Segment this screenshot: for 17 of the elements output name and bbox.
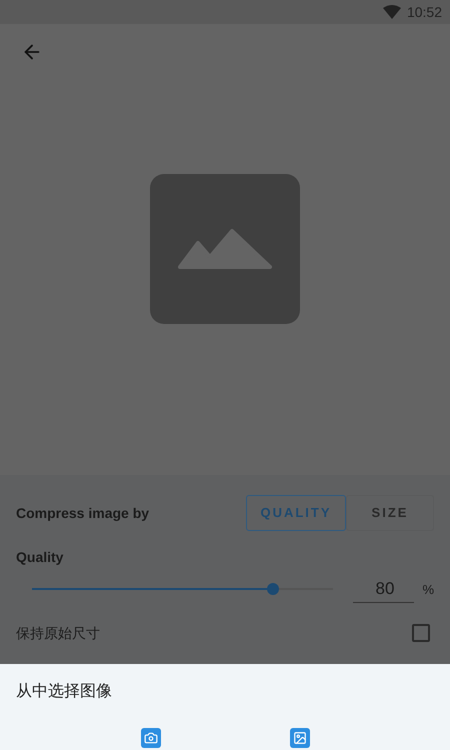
keep-size-label: 保持原始尺寸 xyxy=(16,624,100,642)
mode-tab[interactable]: QUALITY xyxy=(246,495,346,531)
camera-icon xyxy=(144,731,158,745)
status-time: 10:52 xyxy=(406,2,442,22)
percent-unit: % xyxy=(422,580,434,598)
camera-button[interactable] xyxy=(140,728,160,748)
wifi-icon xyxy=(382,5,401,19)
gallery-button[interactable] xyxy=(290,728,310,748)
image-placeholder-icon xyxy=(150,174,300,324)
quality-label: Quality xyxy=(16,548,64,567)
compress-label: Compress image by xyxy=(16,504,150,523)
quality-input[interactable]: 80 xyxy=(353,576,414,602)
sheet-title: 从中选择图像 xyxy=(16,682,113,702)
quality-slider[interactable] xyxy=(32,581,334,598)
keep-size-checkbox[interactable] xyxy=(412,624,430,642)
picture-icon xyxy=(292,731,306,745)
mode-tab[interactable]: SIZE xyxy=(346,495,434,531)
